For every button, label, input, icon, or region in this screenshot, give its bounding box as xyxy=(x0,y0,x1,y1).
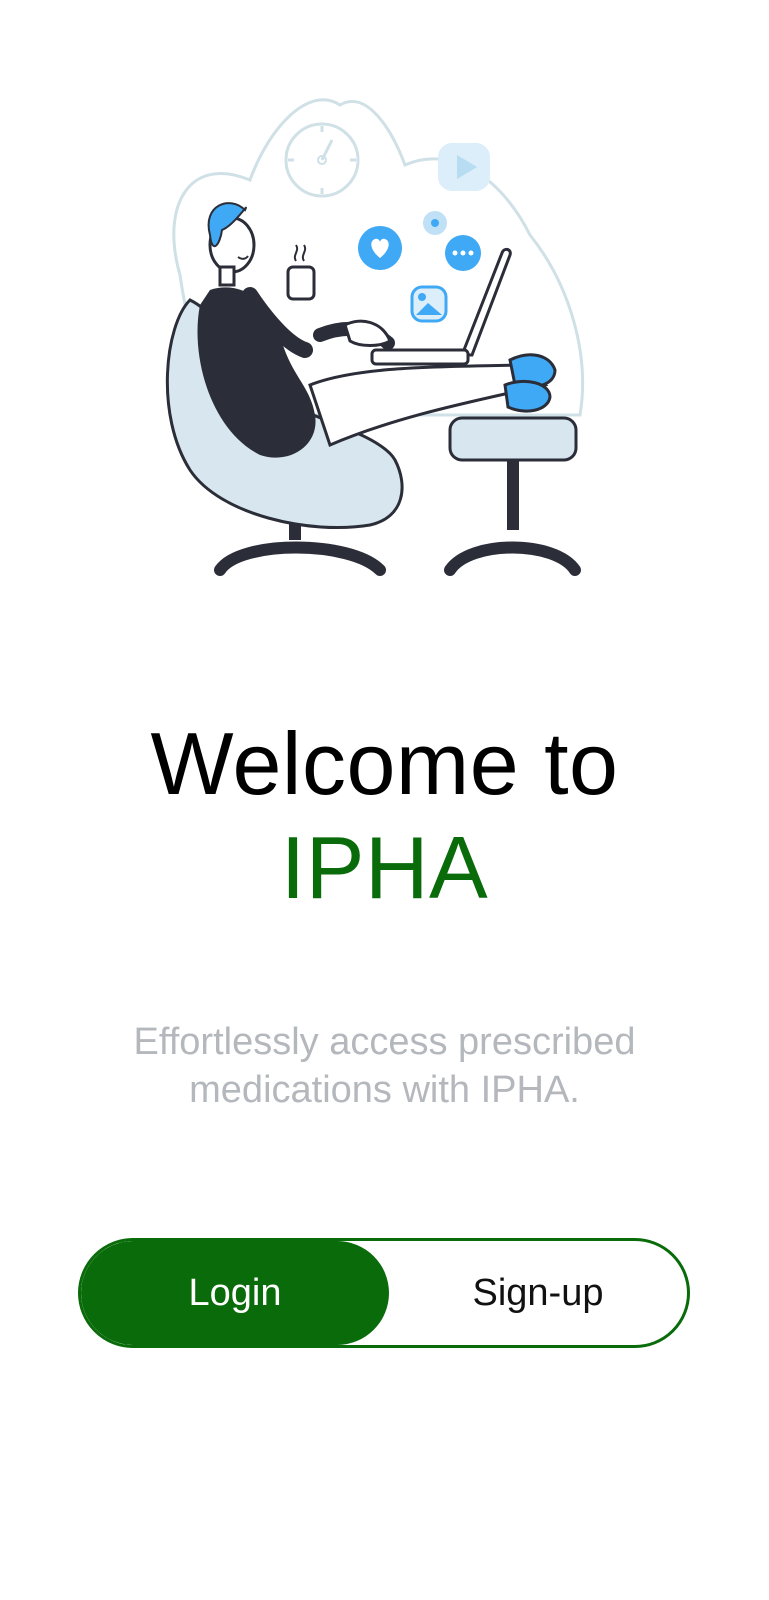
signup-button[interactable]: Sign-up xyxy=(389,1241,687,1345)
foot-right xyxy=(503,380,552,413)
welcome-screen: Welcome to IPHA Effortlessly access pres… xyxy=(0,0,769,1600)
person-relaxing-illustration xyxy=(165,98,584,576)
hero-illustration xyxy=(150,85,610,590)
auth-toggle: Login Sign-up xyxy=(78,1238,690,1348)
login-button[interactable]: Login xyxy=(81,1241,389,1345)
image-bubble-icon xyxy=(410,285,448,323)
subtitle-line-1: Effortlessly access prescribed xyxy=(133,1021,636,1063)
coffee-cup-icon xyxy=(286,244,316,301)
subtitle-line-2: medications with IPHA. xyxy=(189,1069,580,1111)
location-bubble-icon xyxy=(423,211,447,235)
heart-bubble-icon xyxy=(358,226,402,270)
hand xyxy=(343,319,392,347)
brand-name: IPHA xyxy=(280,818,489,917)
head-icon xyxy=(207,202,256,287)
play-bubble-icon xyxy=(438,143,490,191)
chat-bubble-icon xyxy=(445,235,481,271)
ottoman-icon xyxy=(444,416,581,576)
welcome-subtitle: Effortlessly access prescribed medicatio… xyxy=(0,1018,769,1114)
welcome-heading: Welcome to IPHA xyxy=(0,712,769,920)
clock-icon xyxy=(284,122,360,198)
welcome-heading-line: Welcome to xyxy=(150,714,619,813)
